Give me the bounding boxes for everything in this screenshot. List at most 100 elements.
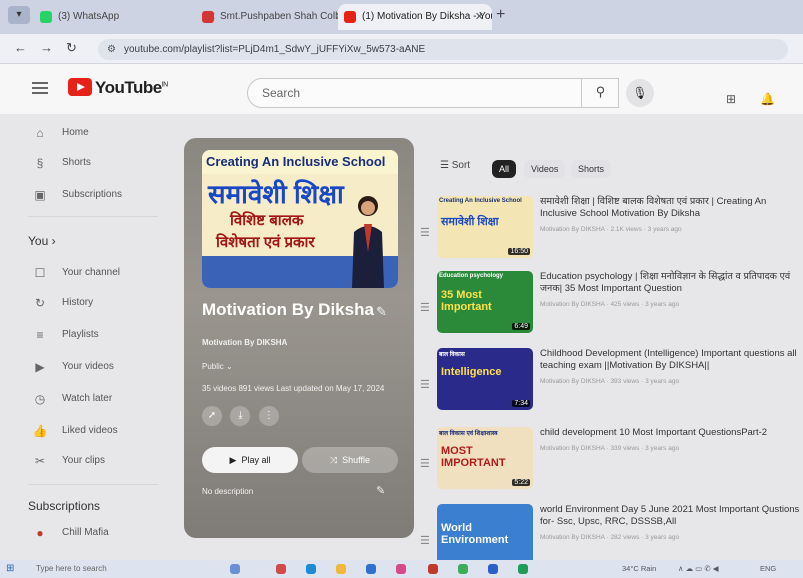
video-title[interactable]: world Environment Day 5 June 2021 Most I… <box>540 504 803 528</box>
store-icon[interactable] <box>366 564 376 574</box>
play-all-button[interactable]: ▶ Play all <box>202 447 298 473</box>
home-icon: ⌂ <box>36 126 44 140</box>
windows-taskbar: ⊞ Type here to search 34°C Rain ∧ ☁ ▭ ✆ … <box>0 560 803 578</box>
your-videos-icon: ▶ <box>35 360 45 374</box>
video-title[interactable]: समावेशी शिक्षा | विशिष्ट बालक विशेषता एव… <box>540 196 803 220</box>
video-title[interactable]: child development 10 Most Important Ques… <box>540 427 803 439</box>
video-thumbnail[interactable]: बाल विकास एवं शिक्षाशास्त्र MOST IMPORTAN… <box>437 427 533 489</box>
video-duration: 6:49 <box>512 323 530 330</box>
search-input[interactable]: Search <box>247 78 619 108</box>
download-icon[interactable]: ⤓ <box>230 406 251 426</box>
drag-handle-icon[interactable]: ☰ <box>420 226 430 239</box>
sidebar-you-heading[interactable]: You › <box>28 234 56 248</box>
thumbnail-main-text: Intelligence <box>441 366 502 378</box>
address-bar-row: ← → ↻ ⚙ youtube.com/playlist?list=PLjD4m… <box>0 34 803 64</box>
video-thumbnail[interactable]: बाल विकास Intelligence 7:34 <box>437 348 533 410</box>
menu-icon[interactable] <box>32 82 48 94</box>
browser-tab-youtube[interactable]: (1) Motivation By Diksha - YouT ✕ <box>338 4 492 30</box>
shorts-icon: § <box>36 156 44 170</box>
more-options-icon[interactable]: ⋮ <box>258 406 279 426</box>
clips-icon: ✂ <box>34 454 46 468</box>
excel-icon[interactable] <box>518 564 528 574</box>
new-tab-icon[interactable]: + <box>496 6 505 24</box>
reload-icon[interactable]: ↻ <box>66 40 77 56</box>
drag-handle-icon[interactable]: ☰ <box>420 301 430 314</box>
taskbar-app-icon[interactable] <box>428 564 438 574</box>
thumbnail-top-text: Education psychology <box>439 273 504 279</box>
video-thumbnail[interactable]: Education psychology 35 Most Important 6:4… <box>437 271 533 333</box>
shuffle-button[interactable]: ⤨ Shuffle <box>302 447 398 473</box>
video-meta: Motivation By DIKSHA · 282 views · 3 yea… <box>540 534 680 541</box>
video-thumbnail[interactable]: World Environment <box>437 504 533 566</box>
window-menu-icon[interactable]: ▾ <box>8 6 30 24</box>
sort-icon: ☰ <box>440 160 449 171</box>
edit-title-icon[interactable]: ✎ <box>376 304 387 320</box>
forward-arrow-icon[interactable]: → <box>40 40 53 55</box>
thumbnail-top-text: बाल विकास <box>439 352 465 358</box>
subscriptions-icon: ▣ <box>34 188 46 202</box>
search-icon: ⚲ <box>595 84 606 99</box>
sidebar-subscriptions-heading: Subscriptions <box>28 499 101 513</box>
word-icon[interactable] <box>488 564 498 574</box>
youtube-logo-icon[interactable] <box>68 78 92 96</box>
search-button[interactable]: ⚲ <box>581 78 619 108</box>
chip-videos[interactable]: Videos <box>524 160 566 178</box>
video-meta: Motivation By DIKSHA · 425 views · 3 yea… <box>540 301 680 308</box>
playlist-video-item[interactable]: ☰ Education psychology 35 Most Important 6:… <box>420 271 803 351</box>
video-title[interactable]: Childhood Development (Intelligence) Imp… <box>540 348 803 372</box>
taskbar-app-icon[interactable] <box>276 564 286 574</box>
playlist-video-item[interactable]: ☰ बाल विकास Intelligence 7:34 Childhood Deve… <box>420 348 803 428</box>
taskbar-app-icon[interactable] <box>396 564 406 574</box>
chip-all[interactable]: All <box>492 160 517 178</box>
video-meta: Motivation By DIKSHA · 339 views · 3 yea… <box>540 445 680 452</box>
weather-text[interactable]: 34°C Rain <box>622 564 656 573</box>
system-tray-icons[interactable]: ∧ ☁ ▭ ✆ ◀ <box>678 564 718 573</box>
tab-label: (1) Motivation By Diksha - YouT <box>362 11 492 22</box>
drag-handle-icon[interactable]: ☰ <box>420 534 430 547</box>
playlist-video-item[interactable]: ☰ बाल विकास एवं शिक्षाशास्त्र MOST IMPORTA… <box>420 427 803 507</box>
thumbnail-top-text: बाल विकास एवं शिक्षाशास्त्र <box>439 431 498 437</box>
taskbar-app-icon[interactable] <box>230 564 240 574</box>
youtube-logo-text[interactable]: YouTubeIN <box>95 78 168 98</box>
language-indicator[interactable]: ENG <box>760 564 776 573</box>
url-text: youtube.com/playlist?list=PLjD4m1_SdwY_j… <box>124 44 426 55</box>
create-icon[interactable]: ⊞ <box>726 92 736 106</box>
file-explorer-icon[interactable] <box>336 564 346 574</box>
video-meta: Motivation By DIKSHA · 2.1K views · 3 ye… <box>540 226 682 233</box>
thumbnail-top-text: Creating An Inclusive School <box>439 198 522 204</box>
thumbnail-main-text: MOST IMPORTANT <box>441 445 506 469</box>
video-duration: 16:50 <box>508 248 530 255</box>
taskbar-search-input[interactable]: Type here to search <box>22 561 164 577</box>
sort-button[interactable]: ☰ Sort <box>440 160 470 171</box>
history-icon: ↻ <box>34 296 46 310</box>
voice-search-icon[interactable]: 🎙 <box>626 79 654 107</box>
video-thumbnail[interactable]: Creating An Inclusive School समावेशी शिक्… <box>437 196 533 258</box>
chevron-down-icon: ⌄ <box>226 362 233 371</box>
chip-shorts[interactable]: Shorts <box>571 160 612 178</box>
edge-icon[interactable] <box>306 564 316 574</box>
browser-tab-bar: ▾ (3) WhatsApp ✕ Smt.Pushpaben Shah Coll… <box>0 0 803 34</box>
video-title[interactable]: Education psychology | शिक्षा मनोविज्ञान… <box>540 271 803 295</box>
tab-label: (3) WhatsApp <box>58 11 120 22</box>
site-info-icon[interactable]: ⚙ <box>107 39 116 60</box>
thumbnail-main-text: 35 Most Important <box>441 289 492 313</box>
visibility-dropdown[interactable]: Public ⌄ <box>202 362 233 371</box>
browser-tab-college[interactable]: Smt.Pushpaben Shah College Of ✕ <box>196 4 352 30</box>
playlist-owner[interactable]: Motivation By DIKSHA <box>202 338 287 347</box>
drag-handle-icon[interactable]: ☰ <box>420 378 430 391</box>
chrome-icon[interactable] <box>458 564 468 574</box>
back-arrow-icon[interactable]: ← <box>14 40 27 55</box>
url-input[interactable]: ⚙ youtube.com/playlist?list=PLjD4m1_SdwY… <box>98 39 788 60</box>
playlist-thumbnail[interactable]: Creating An Inclusive School समावेशी शिक… <box>202 150 398 288</box>
playlist-description: No description <box>202 487 254 496</box>
youtube-favicon-icon <box>344 11 356 23</box>
drag-handle-icon[interactable]: ☰ <box>420 457 430 470</box>
windows-start-icon[interactable]: ⊞ <box>6 563 14 574</box>
edit-description-icon[interactable]: ✎ <box>376 484 385 497</box>
watch-later-icon: ◷ <box>34 392 46 406</box>
channel-avatar-icon: ● <box>36 526 44 540</box>
close-tab-icon[interactable]: ✕ <box>475 4 484 30</box>
notifications-icon[interactable]: 🔔 <box>760 92 775 106</box>
add-collaborator-icon[interactable]: ➚ <box>202 406 222 426</box>
playlist-video-item[interactable]: ☰ Creating An Inclusive School समावेशी शिक… <box>420 196 803 276</box>
